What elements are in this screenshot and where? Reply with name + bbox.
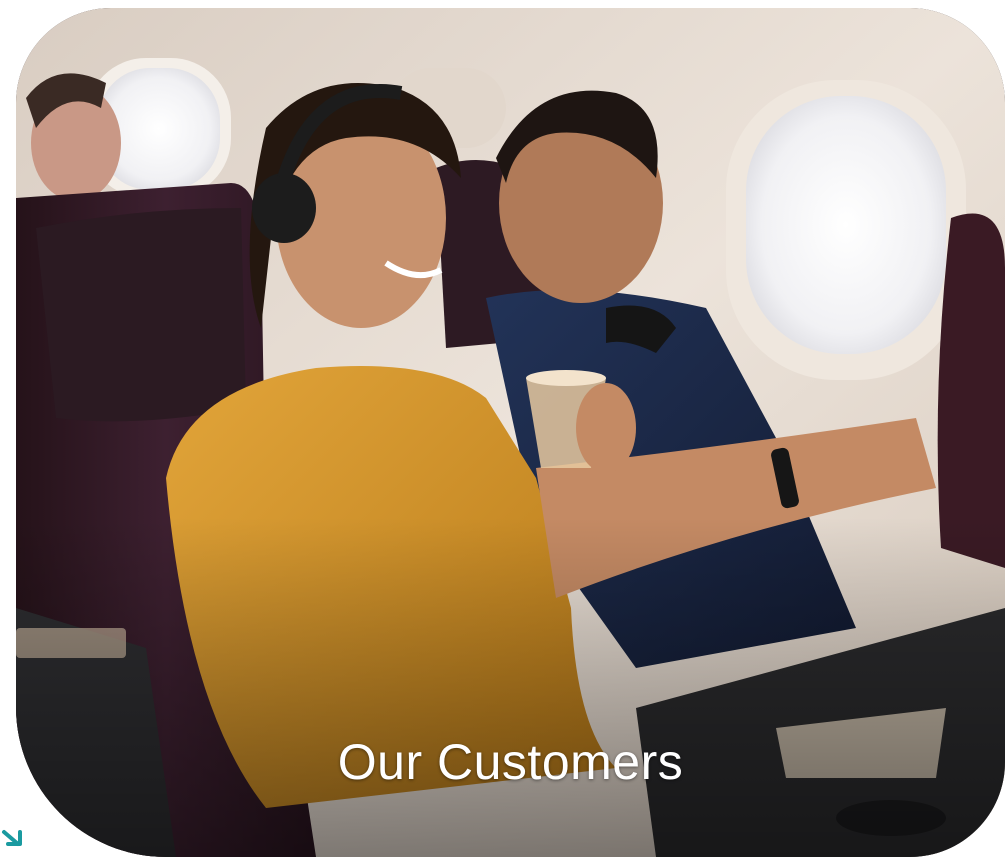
passenger-photo (16, 8, 1005, 857)
page: Our Customers (0, 0, 1005, 859)
card-title: Our Customers (337, 734, 684, 790)
customers-card[interactable]: Our Customers (16, 8, 1005, 857)
arrow-down-right-icon[interactable] (0, 822, 30, 852)
